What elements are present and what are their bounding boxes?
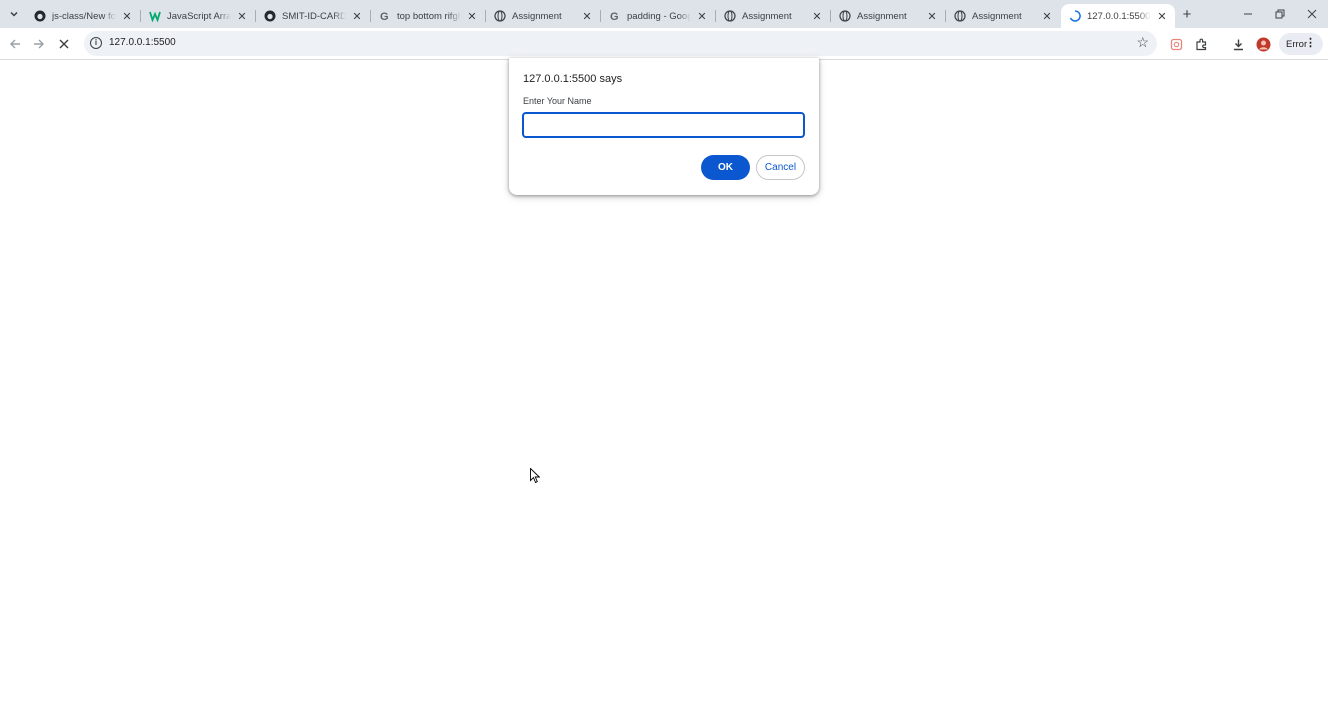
- restore-icon[interactable]: [1264, 0, 1296, 28]
- tab-javascript-arrays[interactable]: JavaScript Arrays ✕: [141, 4, 256, 28]
- tab-assignment-4[interactable]: Assignment ✕: [946, 4, 1060, 28]
- tab-title: padding - Googl: [627, 10, 691, 22]
- tab-search-chevron-icon[interactable]: [4, 4, 24, 24]
- tab-title: Assignment: [512, 10, 562, 22]
- browser-toolbar: i 127.0.0.1:5500 ☆ Error ⋮: [0, 28, 1328, 60]
- tab-title: js-class/New fold: [52, 10, 116, 22]
- close-icon[interactable]: ✕: [120, 9, 134, 23]
- dialog-message: Enter Your Name: [523, 96, 592, 106]
- extension-red-icon[interactable]: [1166, 34, 1186, 54]
- svg-text:G: G: [610, 11, 619, 22]
- close-icon[interactable]: ✕: [925, 9, 939, 23]
- tab-title: Assignment: [972, 10, 1022, 22]
- tab-localhost-active[interactable]: 127.0.0.1:5500 ✕: [1061, 4, 1175, 28]
- close-icon[interactable]: ✕: [810, 9, 824, 23]
- download-icon[interactable]: [1228, 34, 1248, 54]
- minimize-icon[interactable]: [1232, 0, 1264, 28]
- extensions-puzzle-icon[interactable]: [1191, 34, 1211, 54]
- bookmark-star-icon[interactable]: ☆: [1136, 34, 1149, 51]
- tab-assignment-3[interactable]: Assignment ✕: [831, 4, 946, 28]
- close-icon[interactable]: ✕: [580, 9, 594, 23]
- close-icon[interactable]: ✕: [695, 9, 709, 23]
- google-icon: G: [609, 10, 621, 22]
- tab-title: 127.0.0.1:5500: [1087, 10, 1151, 22]
- prompt-dialog: 127.0.0.1:5500 says Enter Your Name OK C…: [509, 58, 819, 195]
- tab-github-smit-id-card[interactable]: SMIT-ID-CARD/A ✕: [256, 4, 371, 28]
- w3schools-icon: [149, 10, 161, 22]
- tab-title: Assignment: [857, 10, 907, 22]
- cancel-button[interactable]: Cancel: [756, 155, 805, 180]
- google-icon: G: [379, 10, 391, 22]
- close-icon[interactable]: ✕: [350, 9, 364, 23]
- tab-title: JavaScript Arrays: [167, 10, 231, 22]
- profile-error-label: Error: [1286, 38, 1308, 50]
- profile-error-button[interactable]: Error ⋮: [1279, 33, 1323, 55]
- ok-button[interactable]: OK: [701, 155, 750, 180]
- site-info-icon[interactable]: i: [90, 37, 102, 49]
- back-arrow-icon[interactable]: [5, 34, 25, 54]
- tab-assignment-2[interactable]: Assignment ✕: [716, 4, 831, 28]
- close-icon[interactable]: ✕: [235, 9, 249, 23]
- name-input[interactable]: [522, 112, 805, 138]
- close-icon[interactable]: ✕: [1040, 9, 1054, 23]
- svg-text:G: G: [380, 11, 389, 22]
- globe-icon: [954, 10, 966, 22]
- avatar[interactable]: [1253, 34, 1273, 54]
- forward-arrow-icon[interactable]: [29, 34, 49, 54]
- loading-icon: [1069, 10, 1081, 22]
- tab-title: Assignment: [742, 10, 792, 22]
- close-icon[interactable]: ✕: [465, 9, 479, 23]
- tab-google-top-bottom[interactable]: G top bottom rifgh ✕: [371, 4, 486, 28]
- globe-icon: [494, 10, 506, 22]
- github-icon: [264, 10, 276, 22]
- stop-loading-icon[interactable]: [54, 34, 74, 54]
- github-icon: [34, 10, 46, 22]
- dialog-title: 127.0.0.1:5500 says: [523, 73, 623, 85]
- menu-kebab-icon[interactable]: ⋮: [1305, 37, 1316, 49]
- mouse-cursor-icon: [530, 468, 540, 484]
- tab-strip: js-class/New fold ✕ JavaScript Arrays ✕ …: [0, 0, 1328, 28]
- new-tab-button[interactable]: +: [1178, 5, 1196, 23]
- tab-github-js-class[interactable]: js-class/New fold ✕: [26, 4, 141, 28]
- window-close-icon[interactable]: [1296, 0, 1328, 28]
- address-bar[interactable]: i 127.0.0.1:5500 ☆: [84, 31, 1157, 56]
- tab-title: SMIT-ID-CARD/A: [282, 10, 346, 22]
- globe-icon: [724, 10, 736, 22]
- globe-icon: [839, 10, 851, 22]
- tab-title: top bottom rifgh: [397, 10, 461, 22]
- tab-assignment-1[interactable]: Assignment ✕: [486, 4, 601, 28]
- close-icon[interactable]: ✕: [1155, 9, 1169, 23]
- tab-google-padding[interactable]: G padding - Googl ✕: [601, 4, 716, 28]
- address-url: 127.0.0.1:5500: [109, 37, 176, 48]
